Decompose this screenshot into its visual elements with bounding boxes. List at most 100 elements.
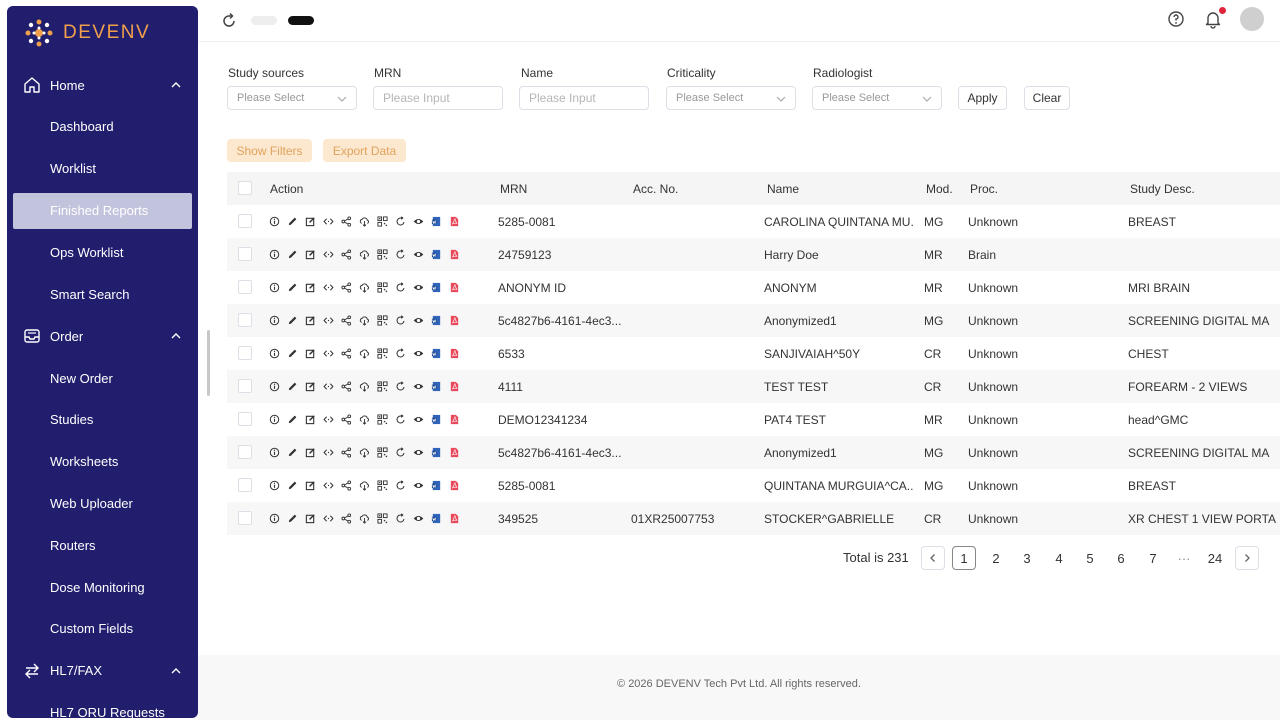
info-icon[interactable]	[267, 215, 281, 229]
word-doc-icon[interactable]	[429, 347, 443, 361]
table-row[interactable]: 6533 SANJIVAIAH^50Y CR Unknown CHEST	[227, 337, 1280, 370]
word-doc-icon[interactable]	[429, 215, 443, 229]
word-doc-icon[interactable]	[429, 314, 443, 328]
prev-page-button[interactable]	[921, 546, 945, 570]
edit-icon[interactable]	[285, 446, 299, 460]
word-doc-icon[interactable]	[429, 281, 443, 295]
code-icon[interactable]	[321, 281, 335, 295]
sidebar-item-worksheets[interactable]: Worksheets	[7, 441, 198, 483]
col-name[interactable]: Name	[767, 172, 799, 205]
col-proc[interactable]: Proc.	[970, 172, 998, 205]
refresh-icon[interactable]	[220, 12, 238, 30]
page-1[interactable]: 1	[952, 546, 976, 570]
sidebar-item-smart-search[interactable]: Smart Search	[7, 273, 198, 315]
share-icon[interactable]	[339, 281, 353, 295]
table-row[interactable]: 5c4827b6-4161-4ec3... Anonymized1 MG Unknow…	[227, 436, 1280, 469]
sidebar-item-new-order[interactable]: New Order	[7, 357, 198, 399]
qr-icon[interactable]	[375, 215, 389, 229]
qr-icon[interactable]	[375, 512, 389, 526]
edit-note-icon[interactable]	[303, 446, 317, 460]
sidebar-item-web-uploader[interactable]: Web Uploader	[7, 483, 198, 525]
code-icon[interactable]	[321, 347, 335, 361]
edit-icon[interactable]	[285, 215, 299, 229]
share-icon[interactable]	[339, 512, 353, 526]
table-row[interactable]: DEMO12341234 PAT4 TEST MR Unknown head^GMC	[227, 403, 1280, 436]
edit-note-icon[interactable]	[303, 479, 317, 493]
share-icon[interactable]	[339, 380, 353, 394]
refresh-icon[interactable]	[393, 380, 407, 394]
code-icon[interactable]	[321, 479, 335, 493]
info-icon[interactable]	[267, 347, 281, 361]
toggle-dark[interactable]	[288, 16, 314, 25]
row-checkbox[interactable]	[238, 379, 252, 393]
code-icon[interactable]	[321, 380, 335, 394]
sidebar-item-custom-fields[interactable]: Custom Fields	[7, 608, 198, 650]
sidebar-item-studies[interactable]: Studies	[7, 399, 198, 441]
share-icon[interactable]	[339, 314, 353, 328]
word-doc-icon[interactable]	[429, 512, 443, 526]
page-4[interactable]: 4	[1047, 546, 1071, 570]
cloud-download-icon[interactable]	[357, 215, 371, 229]
share-icon[interactable]	[339, 479, 353, 493]
page-5[interactable]: 5	[1078, 546, 1102, 570]
edit-note-icon[interactable]	[303, 380, 317, 394]
pdf-icon[interactable]	[447, 248, 461, 262]
page-3[interactable]: 3	[1015, 546, 1039, 570]
view-icon[interactable]	[411, 281, 425, 295]
edit-icon[interactable]	[285, 281, 299, 295]
edit-note-icon[interactable]	[303, 413, 317, 427]
page-2[interactable]: 2	[984, 546, 1008, 570]
word-doc-icon[interactable]	[429, 479, 443, 493]
cloud-download-icon[interactable]	[357, 446, 371, 460]
sidebar-item-ops-worklist[interactable]: Ops Worklist	[7, 232, 198, 274]
avatar[interactable]	[1240, 7, 1264, 31]
sidebar-item-worklist[interactable]: Worklist	[7, 148, 198, 190]
edit-note-icon[interactable]	[303, 281, 317, 295]
edit-icon[interactable]	[285, 380, 299, 394]
col-acc-no[interactable]: Acc. No.	[633, 172, 678, 205]
qr-icon[interactable]	[375, 380, 389, 394]
table-row[interactable]: 349525 01XR25007753 STOCKER^GABRIELLE CR Unk…	[227, 502, 1280, 535]
cloud-download-icon[interactable]	[357, 512, 371, 526]
mrn-input[interactable]: Please Input	[373, 86, 503, 110]
table-row[interactable]: 24759123 Harry Doe MR Brain	[227, 238, 1280, 271]
edit-note-icon[interactable]	[303, 215, 317, 229]
pdf-icon[interactable]	[447, 380, 461, 394]
help-icon[interactable]	[1167, 10, 1185, 28]
refresh-icon[interactable]	[393, 512, 407, 526]
refresh-icon[interactable]	[393, 347, 407, 361]
row-checkbox[interactable]	[238, 478, 252, 492]
cloud-download-icon[interactable]	[357, 380, 371, 394]
share-icon[interactable]	[339, 347, 353, 361]
cloud-download-icon[interactable]	[357, 248, 371, 262]
edit-note-icon[interactable]	[303, 248, 317, 262]
refresh-icon[interactable]	[393, 479, 407, 493]
code-icon[interactable]	[321, 413, 335, 427]
info-icon[interactable]	[267, 281, 281, 295]
row-checkbox[interactable]	[238, 313, 252, 327]
code-icon[interactable]	[321, 314, 335, 328]
word-doc-icon[interactable]	[429, 446, 443, 460]
row-checkbox[interactable]	[238, 214, 252, 228]
code-icon[interactable]	[321, 512, 335, 526]
pdf-icon[interactable]	[447, 215, 461, 229]
cloud-download-icon[interactable]	[357, 347, 371, 361]
row-checkbox[interactable]	[238, 511, 252, 525]
toggle-light[interactable]	[251, 16, 277, 25]
refresh-icon[interactable]	[393, 281, 407, 295]
logo[interactable]: DEVENV	[7, 6, 198, 60]
row-checkbox[interactable]	[238, 247, 252, 261]
row-checkbox[interactable]	[238, 412, 252, 426]
code-icon[interactable]	[321, 446, 335, 460]
qr-icon[interactable]	[375, 314, 389, 328]
pdf-icon[interactable]	[447, 446, 461, 460]
view-icon[interactable]	[411, 479, 425, 493]
page-24[interactable]: 24	[1203, 546, 1227, 570]
nav-group-order[interactable]: Order	[7, 315, 198, 357]
edit-note-icon[interactable]	[303, 347, 317, 361]
edit-note-icon[interactable]	[303, 314, 317, 328]
edit-note-icon[interactable]	[303, 512, 317, 526]
nav-group-home[interactable]: Home	[7, 64, 198, 106]
next-page-button[interactable]	[1235, 546, 1259, 570]
col-study-desc[interactable]: Study Desc.	[1130, 172, 1195, 205]
